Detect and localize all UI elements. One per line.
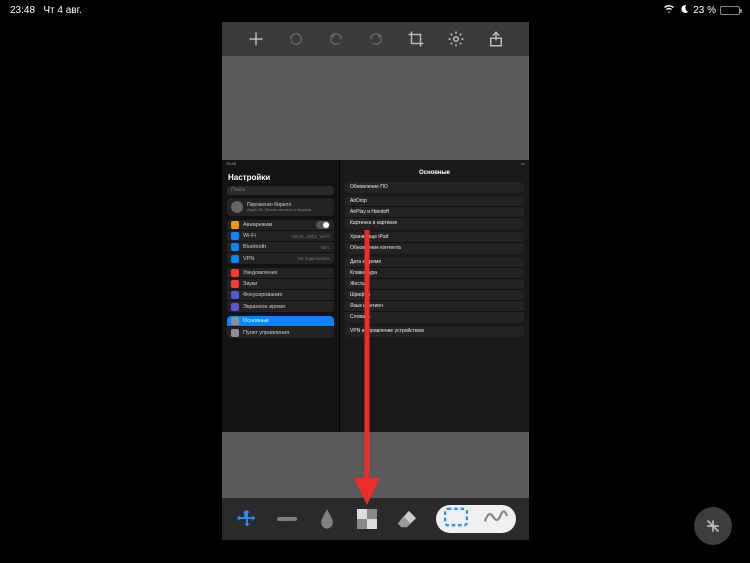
canvas-pad-top xyxy=(222,56,529,160)
detail-row: Шрифты xyxy=(345,290,524,301)
dnd-moon-icon xyxy=(679,4,689,17)
row-icon xyxy=(231,221,239,229)
share-button[interactable] xyxy=(486,29,506,49)
detail-row: Язык и регион xyxy=(345,301,524,312)
row-icon xyxy=(231,317,239,325)
settings-row: Авиарежим xyxy=(227,220,334,231)
settings-row: Звуки xyxy=(227,279,334,290)
detail-group: Хранилище iPadОбновление контента xyxy=(345,232,524,254)
settings-row: Bluetooth Вкл. xyxy=(227,242,334,253)
detail-group: VPN и управление устройством xyxy=(345,326,524,337)
detail-group: Дата и времяКлавиатураЖестыШрифтыЯзык и … xyxy=(345,257,524,323)
settings-row: Экранное время xyxy=(227,301,334,312)
row-value: Не подключено xyxy=(298,256,330,261)
detail-row: Дата и время xyxy=(345,257,524,268)
detail-group: AirDropAirPlay и HandoffКартинка в карти… xyxy=(345,196,524,229)
redo-button[interactable] xyxy=(366,29,386,49)
detail-row: Картинка в картинке xyxy=(345,218,524,229)
wifi-icon xyxy=(663,4,675,17)
settings-title: Настройки xyxy=(222,170,339,184)
detail-title: Основные xyxy=(340,170,529,179)
selection-mode-pill xyxy=(436,505,516,533)
row-icon xyxy=(231,243,239,251)
row-icon xyxy=(231,255,239,263)
rectangle-select-tool[interactable] xyxy=(443,507,469,532)
settings-group-2: Уведомления Звуки Фокусирование Экранное вр… xyxy=(227,268,334,312)
detail-row: VPN и управление устройством xyxy=(345,326,524,337)
row-icon xyxy=(231,232,239,240)
settings-row: Уведомления xyxy=(227,268,334,279)
canvas-pad-bottom xyxy=(222,432,529,498)
detail-row: Хранилище iPad xyxy=(345,232,524,243)
row-value: Вкл. xyxy=(321,245,330,250)
settings-detail: Основные Обновление ПО AirDropAirPlay и H… xyxy=(340,160,529,432)
row-icon xyxy=(231,329,239,337)
top-toolbar xyxy=(222,22,529,56)
settings-row: Пункт управления xyxy=(227,327,334,338)
row-label: Экранное время xyxy=(243,304,330,310)
row-label: Уведомления xyxy=(243,270,330,276)
detail-group: Обновление ПО xyxy=(345,182,524,193)
detail-row: AirDrop xyxy=(345,196,524,207)
status-right: 23 % xyxy=(663,4,740,17)
blur-tool[interactable] xyxy=(316,508,338,530)
bottom-toolbar xyxy=(222,498,529,540)
settings-group-3: Основные Пункт управления xyxy=(227,316,334,338)
settings-row: Фокусирование xyxy=(227,290,334,301)
edited-screenshot[interactable]: 23:48 ••• Настройки Поиск Пироженко Кири… xyxy=(222,160,529,432)
inner-status-bar: 23:48 ••• xyxy=(222,160,529,168)
row-label: Основные xyxy=(243,318,330,324)
minimize-floating-button[interactable] xyxy=(694,507,732,545)
line-tool[interactable] xyxy=(276,508,298,530)
row-icon xyxy=(231,280,239,288)
pixelate-tool[interactable] xyxy=(356,508,378,530)
toggle xyxy=(316,221,330,229)
status-left: 23:48 Чт 4 авг. xyxy=(10,5,82,16)
collapse-arrow-icon xyxy=(703,516,723,536)
detail-row: Обновление ПО xyxy=(345,182,524,193)
editor-column: 23:48 ••• Настройки Поиск Пироженко Кири… xyxy=(222,22,529,540)
row-icon xyxy=(231,269,239,277)
row-label: Звуки xyxy=(243,281,330,287)
avatar xyxy=(231,201,243,213)
undo-button[interactable] xyxy=(326,29,346,49)
move-tool[interactable] xyxy=(236,508,258,530)
row-value: ASUS_2Ghz_Wi-Fi xyxy=(291,234,330,239)
row-label: Пункт управления xyxy=(243,330,330,336)
profile-subtitle: Apple ID, iCloud, контент и покупки xyxy=(247,208,311,213)
settings-button[interactable] xyxy=(446,29,466,49)
row-icon xyxy=(231,291,239,299)
eraser-tool[interactable] xyxy=(396,508,418,530)
battery-percent: 23 % xyxy=(693,5,716,16)
row-label: Bluetooth xyxy=(243,244,317,250)
freehand-select-tool[interactable] xyxy=(483,508,509,531)
detail-row: Обновление контента xyxy=(345,243,524,254)
row-label: Фокусирование xyxy=(243,292,330,298)
row-icon xyxy=(231,303,239,311)
settings-row: Wi-Fi ASUS_2Ghz_Wi-Fi xyxy=(227,231,334,242)
status-date: Чт 4 авг. xyxy=(43,5,81,16)
detail-row: AirPlay и Handoff xyxy=(345,207,524,218)
battery-icon xyxy=(720,6,740,15)
row-label: Авиарежим xyxy=(243,222,312,228)
settings-search: Поиск xyxy=(227,186,334,195)
add-button[interactable] xyxy=(246,29,266,49)
detail-row: Клавиатура xyxy=(345,268,524,279)
status-bar: 23:48 Чт 4 авг. 23 % xyxy=(0,0,750,20)
settings-sidebar: Настройки Поиск Пироженко Кирилл Apple I… xyxy=(222,160,340,432)
profile-row: Пироженко Кирилл Apple ID, iCloud, конте… xyxy=(227,198,334,216)
crop-button[interactable] xyxy=(406,29,426,49)
settings-group-1: Авиарежим Wi-Fi ASUS_2Ghz_Wi-Fi Bluetooth Вк… xyxy=(227,220,334,264)
detail-row: Жесты xyxy=(345,279,524,290)
row-label: VPN xyxy=(243,256,294,262)
row-label: Wi-Fi xyxy=(243,233,287,239)
status-time: 23:48 xyxy=(10,5,35,16)
settings-row: Основные xyxy=(227,316,334,327)
settings-row: VPN Не подключено xyxy=(227,253,334,264)
rotate-button[interactable] xyxy=(286,29,306,49)
detail-row: Словарь xyxy=(345,312,524,323)
